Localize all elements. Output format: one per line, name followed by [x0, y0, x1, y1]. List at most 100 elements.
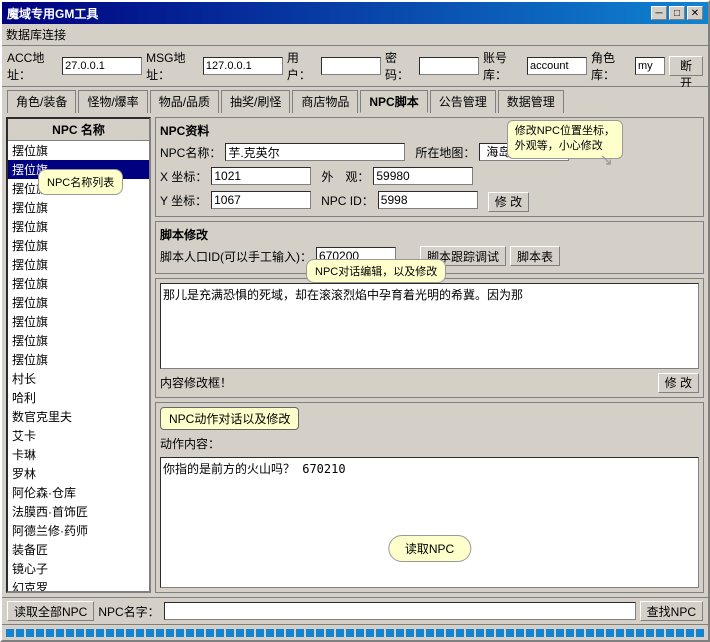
list-item[interactable]: 村长	[8, 369, 149, 388]
npc-list-body[interactable]: 摆位旗 摆位旗 摆位旗 摆位旗 摆位旗 摆位旗 摆位旗 摆位旗 摆位旗 摆位旗 …	[8, 141, 149, 591]
list-item[interactable]: 摆位旗	[8, 274, 149, 293]
acc-bar: ACC地址： MSG地址： 用户： 密码： 账号库： 角色库： 断开	[2, 46, 708, 87]
menu-bar: 数据库连接	[2, 24, 708, 46]
account-input[interactable]	[527, 57, 587, 75]
title-bar: 魔域专用GM工具 ─ □ ✕	[2, 2, 708, 24]
list-item[interactable]: 幻克罗	[8, 578, 149, 591]
role-label: 角色库：	[591, 49, 631, 83]
action-section: NPC动作对话以及修改 动作内容： 你指的是前方的火山吗？ 670210 读取N…	[155, 402, 704, 593]
npc-y-input[interactable]	[211, 191, 311, 209]
list-item[interactable]: 摆位旗	[8, 350, 149, 369]
list-item[interactable]: 法膜西·首饰匠	[8, 502, 149, 521]
acc-input[interactable]	[62, 57, 142, 75]
menu-item-db[interactable]: 数据库连接	[6, 28, 66, 42]
acc-label: ACC地址：	[7, 49, 58, 83]
find-npc-button[interactable]: 查找NPC	[640, 601, 703, 621]
close-button[interactable]: ✕	[687, 6, 703, 20]
npc-name-bottom-label: NPC名字：	[98, 603, 159, 620]
script-table-button[interactable]: 脚本表	[510, 246, 560, 266]
list-item[interactable]: 摆位旗	[8, 198, 149, 217]
status-progress	[6, 629, 704, 637]
main-content: NPC 名称 摆位旗 摆位旗 摆位旗 摆位旗 摆位旗 摆位旗 摆位旗 摆位旗 摆…	[2, 113, 708, 597]
content-modify-label: 内容修改框！	[160, 374, 232, 391]
read-all-npc-button[interactable]: 读取全部NPC	[7, 601, 94, 621]
status-bar	[2, 624, 708, 640]
npc-list-header: NPC 名称	[8, 119, 149, 141]
npc-x-input[interactable]	[211, 167, 311, 185]
list-item[interactable]: 摆位旗	[8, 217, 149, 236]
npc-id-input[interactable]	[378, 191, 478, 209]
npc-appear-label: 外 观：	[321, 168, 369, 185]
title-bar-buttons: ─ □ ✕	[651, 6, 703, 20]
list-item[interactable]: 摆位旗	[8, 331, 149, 350]
window-title: 魔域专用GM工具	[7, 5, 98, 22]
script-title: 脚本修改	[160, 226, 699, 243]
npc-name-bottom-input[interactable]	[164, 602, 636, 620]
dialog-callout: NPC对话编辑，以及修改	[306, 259, 446, 283]
read-npc-callout: 读取NPC	[388, 535, 471, 562]
tab-lottery[interactable]: 抽奖/刷怪	[221, 90, 290, 113]
npc-list-panel: NPC 名称 摆位旗 摆位旗 摆位旗 摆位旗 摆位旗 摆位旗 摆位旗 摆位旗 摆…	[6, 117, 151, 593]
npc-id-row: NPC ID：	[321, 191, 478, 209]
user-label: 用户：	[287, 49, 317, 83]
npc-y-label: Y 坐标：	[160, 192, 207, 209]
list-item[interactable]: 装备匠	[8, 540, 149, 559]
npc-id-label: NPC ID：	[321, 192, 374, 209]
list-item[interactable]: 数官克里夫	[8, 407, 149, 426]
list-item[interactable]: 卡琳	[8, 445, 149, 464]
user-input[interactable]	[321, 57, 381, 75]
list-item[interactable]: 阿伦森·仓库	[8, 483, 149, 502]
script-input-label: 脚本人口ID(可以手工输入)：	[160, 248, 312, 265]
list-item[interactable]: 罗林	[8, 464, 149, 483]
tab-monster[interactable]: 怪物/爆率	[78, 90, 147, 113]
npc-appear-input[interactable]	[373, 167, 473, 185]
list-item[interactable]: 镜心子	[8, 559, 149, 578]
list-item[interactable]: 摆位旗	[8, 312, 149, 331]
npc-appear-row: 外 观：	[321, 167, 473, 185]
npc-x-row: X 坐标：	[160, 167, 311, 185]
action-content-label: 动作内容：	[160, 435, 699, 452]
tab-shop[interactable]: 商店物品	[292, 90, 358, 113]
tab-costume[interactable]: 角色/装备	[7, 90, 76, 113]
minimize-button[interactable]: ─	[651, 6, 667, 20]
action-title: NPC动作对话以及修改	[160, 407, 299, 430]
dialog-textarea[interactable]: 那儿是充满恐惧的死域，却在滚滚烈焰中孕育着光明的希冀。因为那	[160, 283, 699, 369]
map-callout-arrow: ↘	[600, 150, 613, 170]
npc-y-row: Y 坐标：	[160, 191, 311, 209]
action-textarea[interactable]: 你指的是前方的火山吗？ 670210	[160, 457, 699, 588]
connect-button[interactable]: 断开	[669, 56, 703, 76]
msg-label: MSG地址：	[146, 49, 199, 83]
tab-npc[interactable]: NPC脚本	[360, 90, 427, 113]
npc-map-label: 所在地图：	[415, 144, 475, 161]
npc-info-modify-button[interactable]: 修 改	[488, 192, 529, 212]
list-item[interactable]: 摆位旗	[8, 141, 149, 160]
dialog-modify-button[interactable]: 修 改	[658, 373, 699, 393]
account-label: 账号库：	[483, 49, 523, 83]
tab-bar: 角色/装备 怪物/爆率 物品/品质 抽奖/刷怪 商店物品 NPC脚本 公告管理 …	[2, 87, 708, 113]
npc-list-callout: NPC名称列表	[38, 169, 123, 195]
script-section: 脚本修改 脚本人口ID(可以手工输入)： 脚本跟踪调试 脚本表 NPC对话编辑，…	[155, 221, 704, 274]
npc-name-label: NPC名称：	[160, 144, 221, 161]
npc-x-label: X 坐标：	[160, 168, 207, 185]
pwd-label: 密码：	[385, 49, 415, 83]
npc-name-row: NPC名称：	[160, 143, 405, 161]
tab-data[interactable]: 数据管理	[498, 90, 564, 113]
list-item[interactable]: 哈利	[8, 388, 149, 407]
maximize-button[interactable]: □	[669, 6, 685, 20]
dialog-section: 那儿是充满恐惧的死域，却在滚滚烈焰中孕育着光明的希冀。因为那 内容修改框！ 修 …	[155, 278, 704, 398]
tab-announce[interactable]: 公告管理	[430, 90, 496, 113]
list-item[interactable]: 阿德兰修·药师	[8, 521, 149, 540]
npc-info-section: NPC资料 NPC名称： 所在地图： 海岛片区 X 坐标：	[155, 117, 704, 217]
list-item[interactable]: 摆位旗	[8, 293, 149, 312]
role-input[interactable]	[635, 57, 665, 75]
list-item[interactable]: 艾卡	[8, 426, 149, 445]
list-item[interactable]: 摆位旗	[8, 236, 149, 255]
main-window: 魔域专用GM工具 ─ □ ✕ 数据库连接 ACC地址： MSG地址： 用户： 密…	[0, 0, 710, 642]
bottom-bar: 读取全部NPC NPC名字： 查找NPC	[2, 597, 708, 624]
tab-item[interactable]: 物品/品质	[150, 90, 219, 113]
pwd-input[interactable]	[419, 57, 479, 75]
msg-input[interactable]	[203, 57, 283, 75]
list-item[interactable]: 摆位旗	[8, 255, 149, 274]
right-panel: NPC资料 NPC名称： 所在地图： 海岛片区 X 坐标：	[155, 117, 704, 593]
npc-name-input[interactable]	[225, 143, 405, 161]
